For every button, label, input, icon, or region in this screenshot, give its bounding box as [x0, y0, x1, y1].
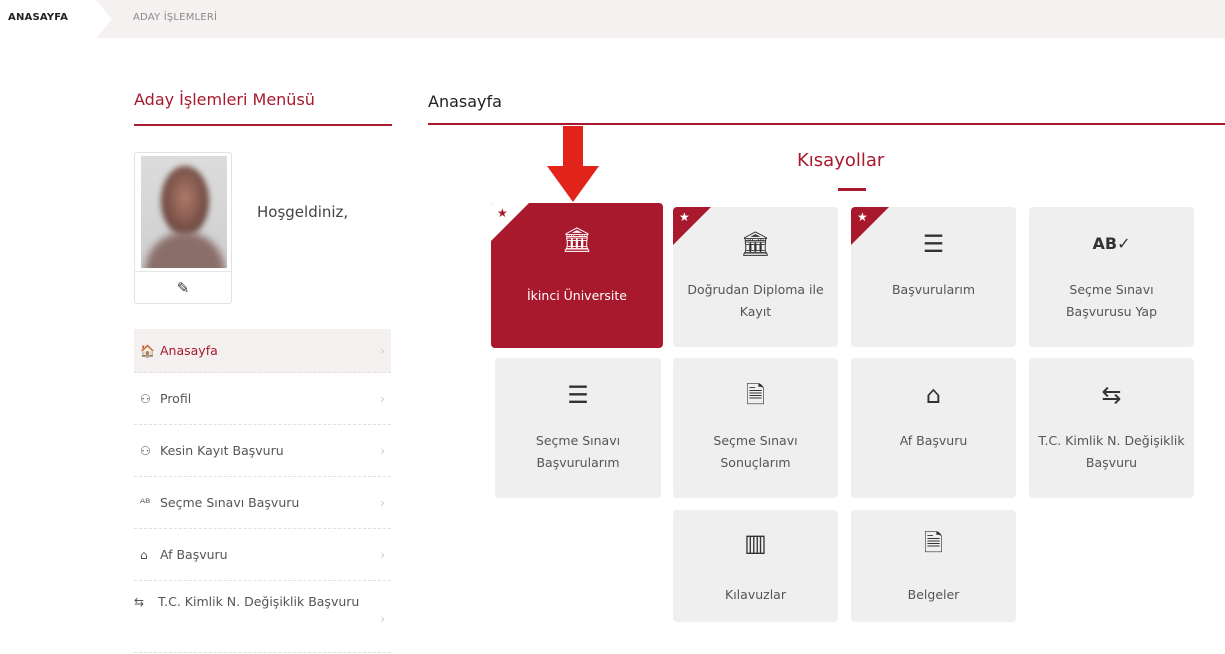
breadcrumb-current[interactable]: ADAY İŞLEMLERİ [133, 12, 217, 23]
edit-photo-button[interactable]: ✎ [135, 271, 231, 303]
shortcut-kimlik-degisiklik[interactable]: ⇆ T.C. Kimlik N. Değişiklik Başvuru [1029, 358, 1194, 498]
shortcut-label: Seçme Sınavı Sonuçlarım [713, 433, 798, 470]
spellcheck-icon: AB✓ [1092, 234, 1131, 253]
home-icon: 🏠 [140, 343, 155, 358]
avatar-face [161, 166, 209, 236]
breadcrumb-home-link[interactable]: ANASAYFA [8, 12, 68, 23]
shortcut-label: Af Başvuru [899, 433, 968, 448]
chevron-right-icon: › [380, 495, 385, 510]
shortcut-ikinci-universite[interactable]: ★ 🏛 İkinci Üniversite [491, 203, 663, 348]
star-icon: ★ [679, 210, 690, 224]
shortcut-secme-sinavi-basvurusu-yap[interactable]: AB✓ Seçme Sınavı Başvurusu Yap [1029, 207, 1194, 347]
university-icon: 🏛 [740, 230, 771, 258]
document-icon: 🗎 [745, 381, 766, 409]
breadcrumb: ANASAYFA ADAY İŞLEMLERİ [0, 0, 1225, 38]
swap-icon: ⇆ [1101, 381, 1122, 409]
sidebar-item-label: Kesin Kayıt Başvuru [160, 442, 284, 458]
shortcut-label: Başvurularım [891, 282, 976, 297]
profile-card: ✎ [134, 152, 232, 304]
sidebar-item-kesin-kayit[interactable]: ⚇ Kesin Kayıt Başvuru › [134, 425, 391, 477]
school-icon: ⌂ [140, 547, 148, 562]
star-icon: ★ [857, 210, 868, 224]
sidebar-item-anasayfa[interactable]: 🏠 Anasayfa › [134, 329, 391, 373]
document-icon: 🗎 [923, 529, 944, 557]
shortcut-basvurularim[interactable]: ★ ☰ Başvurularım [851, 207, 1016, 347]
chevron-right-icon: › [380, 443, 385, 458]
sidebar-menu: 🏠 Anasayfa › ⚇ Profil › ⚇ Kesin Kayıt Ba… [134, 329, 391, 653]
shortcut-label: Seçme Sınavı Başvurularım [535, 433, 621, 470]
chevron-right-icon: › [380, 612, 385, 626]
shortcut-af-basvuru[interactable]: ⌂ Af Başvuru [851, 358, 1016, 498]
shortcut-secme-sinavi-basvurularim[interactable]: ☰ Seçme Sınavı Başvurularım [495, 358, 661, 498]
sidebar-item-label: T.C. Kimlik N. Değişiklik Başvuru [157, 594, 360, 609]
list-icon: ☰ [567, 381, 589, 409]
shortcut-label: İkinci Üniversite [527, 288, 627, 303]
welcome-text: Hoşgeldiniz, [257, 203, 349, 221]
list-icon: ☰ [922, 230, 945, 258]
shortcuts-underline [838, 188, 866, 191]
page-title: Anasayfa [428, 92, 502, 111]
chevron-right-icon: › [380, 547, 385, 562]
books-icon: ▥ [744, 529, 767, 557]
sidebar-item-label: Af Başvuru [160, 546, 228, 562]
shortcut-dogrudan-diploma[interactable]: ★ 🏛 Doğrudan Diploma ile Kayıt [673, 207, 838, 347]
page-title-divider [428, 123, 1225, 125]
avatar-shoulders [145, 232, 225, 268]
shortcut-belgeler[interactable]: 🗎 Belgeler [851, 510, 1016, 622]
star-icon: ★ [497, 206, 508, 220]
shortcut-kilavuzlar[interactable]: ▥ Kılavuzlar [673, 510, 838, 622]
sidebar-item-profil[interactable]: ⚇ Profil › [134, 373, 391, 425]
user-check-icon: ⚇ [140, 443, 151, 458]
sidebar-item-secme-sinavi[interactable]: ᴬᴮ Seçme Sınavı Başvuru › [134, 477, 391, 529]
shortcut-label: T.C. Kimlik N. Değişiklik Başvuru [1038, 433, 1185, 470]
chevron-right-icon: › [380, 343, 385, 358]
university-icon: 🏛 [561, 226, 593, 254]
spellcheck-icon: ᴬᴮ [140, 495, 151, 510]
shortcut-secme-sinavi-sonuclarim[interactable]: 🗎 Seçme Sınavı Sonuçlarım [673, 358, 838, 498]
chevron-right-icon: › [380, 391, 385, 406]
avatar [141, 156, 227, 268]
shortcut-label: Seçme Sınavı Başvurusu Yap [1065, 282, 1158, 319]
sidebar-item-kimlik-degisiklik[interactable]: ⇆ T.C. Kimlik N. Değişiklik Başvuru › [134, 581, 391, 653]
sidebar-item-label: Profil [160, 390, 192, 406]
shortcut-label: Kılavuzlar [725, 587, 786, 602]
arrow-down-icon [547, 126, 599, 202]
swap-icon: ⇆ [134, 595, 145, 609]
pencil-icon: ✎ [176, 278, 190, 297]
shortcut-label: Belgeler [907, 587, 960, 602]
user-icon: ⚇ [140, 391, 151, 406]
school-icon: ⌂ [925, 381, 942, 409]
sidebar-title-divider [134, 124, 392, 126]
sidebar-item-label: Anasayfa [160, 342, 218, 358]
sidebar-item-af-basvuru[interactable]: ⌂ Af Başvuru › [134, 529, 391, 581]
sidebar-title: Aday İşlemleri Menüsü [134, 90, 315, 109]
shortcut-label: Doğrudan Diploma ile Kayıt [687, 282, 824, 319]
sidebar-item-label: Seçme Sınavı Başvuru [160, 494, 300, 510]
shortcuts-title: Kısayollar [797, 150, 885, 171]
